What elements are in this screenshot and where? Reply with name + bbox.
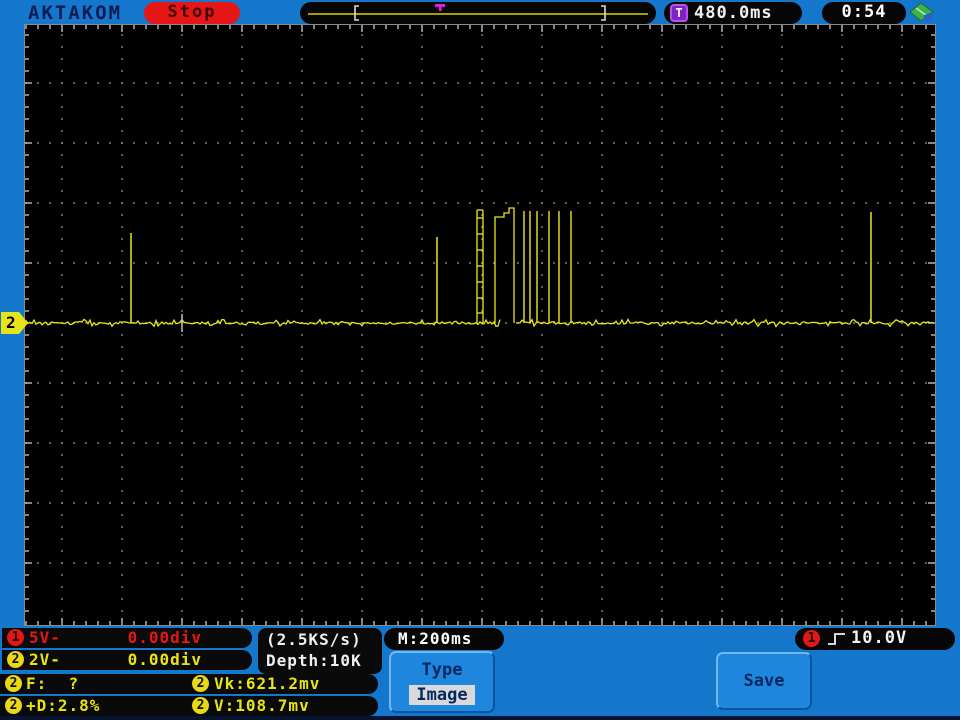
scope-graticule-and-trace — [25, 25, 935, 625]
rising-edge-icon — [828, 633, 845, 645]
measurement-voltage: V:108.7mv — [214, 696, 310, 715]
block-pulse — [494, 207, 515, 323]
trigger-time-pill: T 480.0ms — [664, 2, 802, 24]
timebase-readout: M:200ms — [384, 628, 504, 650]
channel2-offset: 0.00div — [127, 650, 202, 669]
trigger-position-graphic — [308, 4, 648, 21]
measurement-frequency: F: ? — [26, 674, 80, 693]
measurement-vk: Vk:621.2mv — [214, 674, 321, 693]
window-left-bracket — [354, 5, 359, 21]
channel2-scale: 2V- — [29, 650, 61, 669]
save-button[interactable]: Save — [716, 652, 812, 710]
trigger-time-value: 480.0ms — [694, 3, 773, 23]
clock: 0:54 — [822, 2, 906, 24]
channel1-scale: 5V- — [29, 628, 61, 647]
trigger-source-badge: 1 — [803, 630, 820, 647]
channel2-status-row: 2 2V- 0.00div — [2, 650, 252, 670]
graticule-edge-ticks — [25, 25, 935, 625]
baseline-trace — [25, 318, 935, 328]
window-right-bracket — [601, 5, 606, 21]
trigger-level-value: 10.0V — [851, 628, 908, 648]
memory-depth: Depth:10K — [266, 651, 362, 670]
type-menu-button[interactable]: Type Image — [389, 651, 495, 713]
run-state-badge: Stop — [144, 2, 240, 24]
trigger-status-pill: 1 10.0V — [795, 628, 955, 650]
channel1-status-row: 1 5V- 0.00div — [2, 628, 252, 648]
type-menu-selected-option[interactable]: Image — [409, 685, 475, 705]
brand-logo: AKTAKOM — [28, 2, 123, 24]
measurement-row-1: 2 F: ? 2 Vk:621.2mv — [0, 674, 378, 694]
sample-rate: (2.5KS/s) — [266, 630, 362, 649]
measurement-ch-badge: 2 — [5, 697, 22, 714]
oscilloscope-screen: { "header": { "brand": "AKTAKOM", "run_s… — [0, 0, 960, 720]
channel2-position-marker[interactable]: 2 — [1, 312, 28, 334]
measurement-ch-badge: 2 — [192, 675, 209, 692]
waveform-display — [25, 25, 935, 625]
usb-storage-icon — [909, 2, 934, 23]
measurement-duty: +D:2.8% — [26, 696, 101, 715]
trigger-t-icon: T — [670, 4, 688, 22]
channel1-badge: 1 — [7, 629, 24, 646]
screen-bottom-edge — [0, 716, 960, 720]
channel2-badge: 2 — [7, 651, 24, 668]
channel1-offset: 0.00div — [127, 628, 202, 647]
measurement-row-2: 2 +D:2.8% 2 V:108.7mv — [0, 696, 378, 716]
trigger-t-marker-icon — [435, 4, 445, 11]
measurement-ch-badge: 2 — [5, 675, 22, 692]
channel2-trace — [25, 207, 935, 332]
trigger-position-bar — [300, 2, 656, 24]
measurement-ch-badge: 2 — [192, 697, 209, 714]
acquisition-panel: (2.5KS/s) Depth:10K — [258, 628, 382, 674]
type-menu-label: Type — [421, 660, 463, 680]
